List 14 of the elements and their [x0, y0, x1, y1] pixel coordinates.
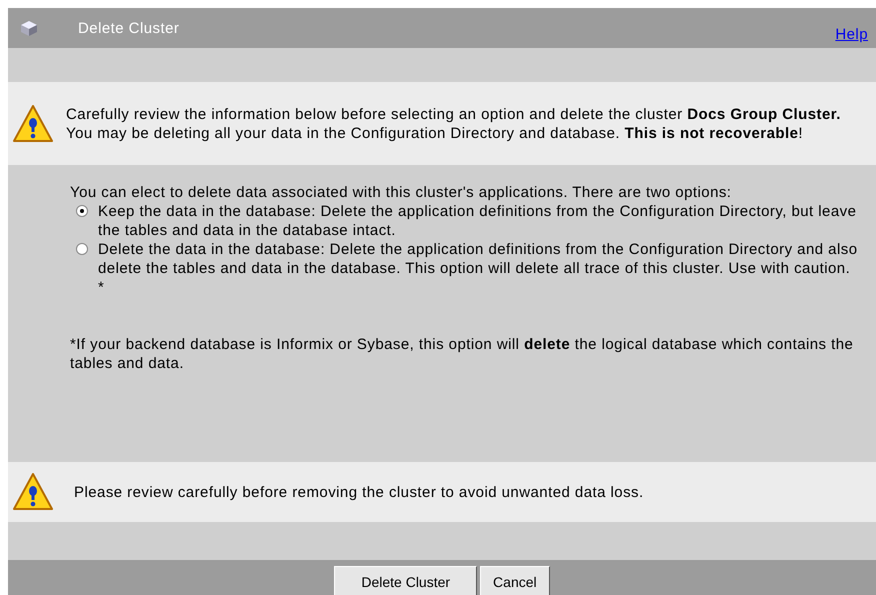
cube-icon — [18, 19, 40, 37]
warning-icon — [12, 102, 54, 144]
warning-icon — [12, 471, 54, 513]
radio-button[interactable] — [76, 205, 88, 217]
option-label: Keep the data in the database: Delete the application definitions from the Configuration Directory, but leave the tables and data in the database intact. — [98, 202, 858, 240]
notice-text: Please review carefully before removing the cluster to avoid unwanted data loss. — [74, 482, 644, 502]
footnote-text: *If your backend database is Informix or Sybase, this option will delete the logical database which contains the tables and data. — [70, 335, 854, 373]
intro-text: You can elect to delete data associated with this cluster's applications. There are two options: — [70, 183, 732, 202]
dialog-button[interactable]: Cancel — [480, 566, 550, 595]
option-label: Delete the data in the database: Delete the application definitions from the Configuration Directory and also delete the tables and data in the database. This option will delete all trace of this cluster. Use with caution. * — [98, 240, 858, 297]
window-title: Delete Cluster — [78, 18, 180, 38]
warning-text: Carefully review the information below before selecting an option and delete the cluster Docs Group Cluster. You may be deleting all your data in the Configuration Directory and database. This is not recoverable! — [66, 104, 842, 142]
radio-button[interactable] — [76, 243, 88, 255]
dialog-button[interactable]: Delete Cluster — [334, 566, 478, 595]
